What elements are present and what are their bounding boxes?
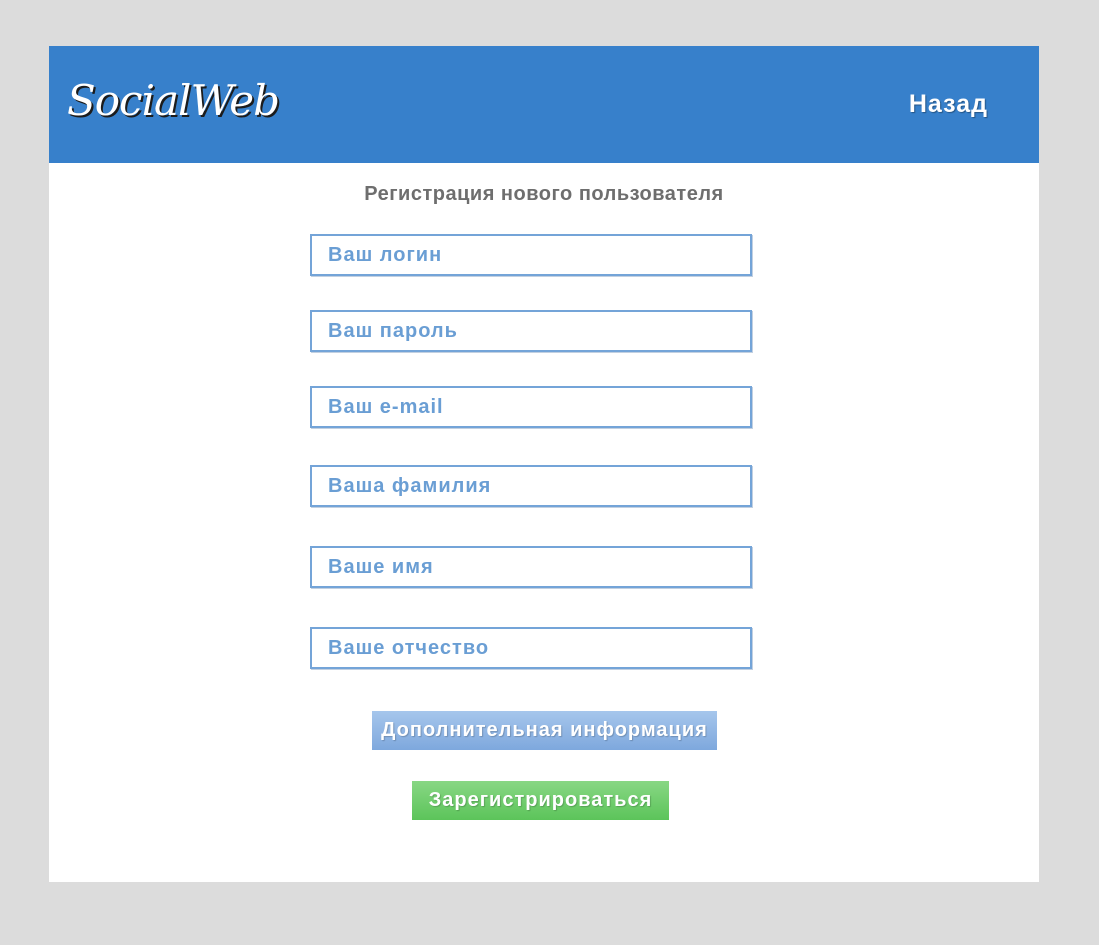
login-field[interactable] bbox=[310, 234, 752, 276]
first-name-input[interactable] bbox=[312, 548, 750, 586]
email-input[interactable] bbox=[312, 388, 750, 426]
header-bar: SocialWeb Назад bbox=[49, 46, 1039, 163]
patronymic-field[interactable] bbox=[310, 627, 752, 669]
more-info-button[interactable]: Дополнительная информация bbox=[372, 711, 717, 750]
form-title: Регистрация нового пользователя bbox=[364, 183, 724, 205]
password-field[interactable] bbox=[310, 310, 752, 352]
registration-card: SocialWeb Назад Регистрация нового польз… bbox=[49, 46, 1039, 882]
back-link[interactable]: Назад bbox=[909, 90, 988, 119]
surname-field[interactable] bbox=[310, 465, 752, 507]
surname-input[interactable] bbox=[312, 467, 750, 505]
email-field[interactable] bbox=[310, 386, 752, 428]
logo[interactable]: SocialWeb bbox=[67, 76, 280, 125]
first-name-field[interactable] bbox=[310, 546, 752, 588]
register-button[interactable]: Зарегистрироваться bbox=[412, 781, 669, 820]
password-input[interactable] bbox=[312, 312, 750, 350]
patronymic-input[interactable] bbox=[312, 629, 750, 667]
login-input[interactable] bbox=[312, 236, 750, 274]
